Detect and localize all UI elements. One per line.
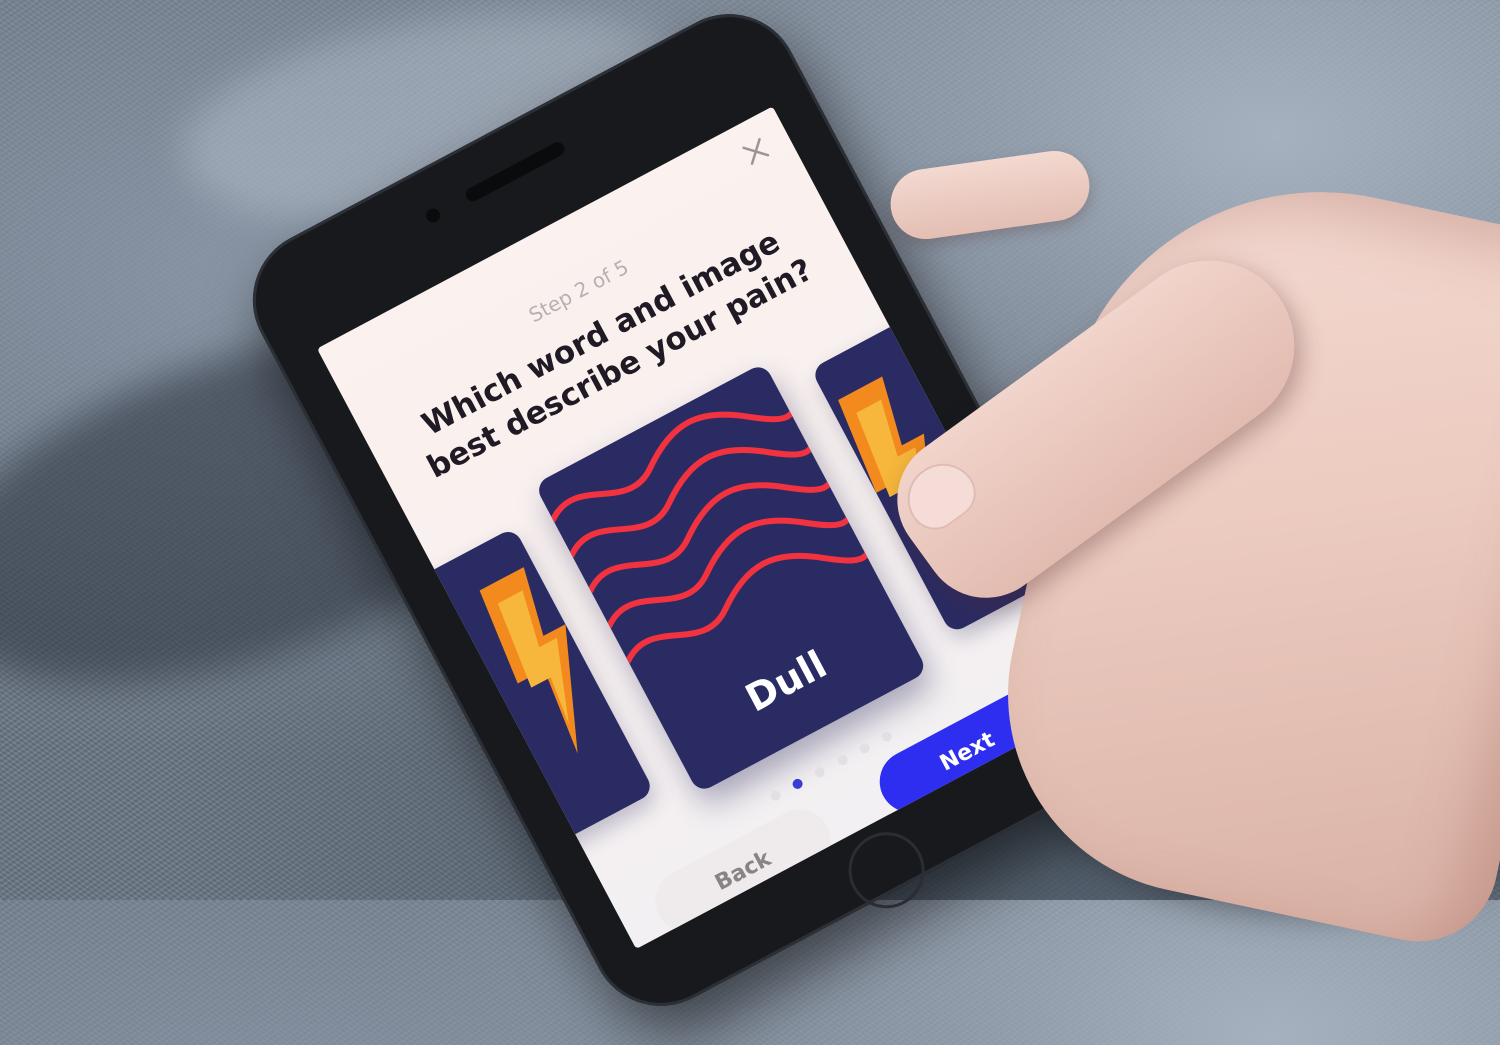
front-camera [423,206,443,225]
earpiece-speaker [463,139,568,204]
page-dot[interactable] [857,741,872,756]
page-dot-active[interactable] [791,776,805,791]
page-dot[interactable] [768,788,783,803]
page-dot[interactable] [879,729,894,744]
hand-finger [886,146,1094,244]
close-button[interactable] [731,127,780,176]
close-icon [742,138,770,165]
page-dot[interactable] [813,765,827,779]
page-dot[interactable] [835,753,849,767]
